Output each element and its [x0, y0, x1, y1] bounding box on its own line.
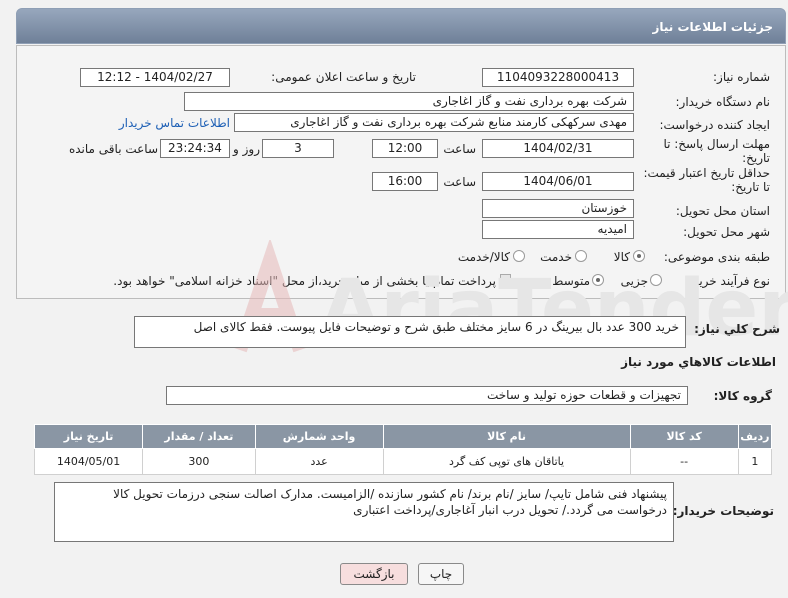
category-label: طبقه بندی موضوعی:: [663, 250, 770, 264]
province-label: استان محل تحویل:: [675, 204, 770, 218]
goods-section-title: اطلاعات کالاهاي مورد نياز: [621, 355, 776, 369]
deadline-time-label: ساعت: [443, 142, 476, 156]
cell-date: 1404/05/01: [33, 448, 144, 475]
category-option-service: خدمت: [540, 250, 572, 264]
remaining-time-label: ساعت باقی مانده: [68, 142, 158, 156]
process-option-medium: متوسط: [552, 274, 590, 288]
province-field: خوزستان: [482, 199, 634, 218]
category-radio-goods[interactable]: [633, 250, 645, 262]
city-field: امیدیه: [482, 220, 634, 239]
col-qty: تعداد / مقدار: [142, 424, 256, 449]
cell-qty: 300: [142, 448, 256, 475]
validity-label-date: تا تاریخ:: [731, 180, 770, 194]
need-number-label: شماره نیاز:: [713, 70, 770, 84]
deadline-time-field: 12:00: [372, 139, 438, 158]
buyer-notes-label: توضیحات خریدار:: [672, 504, 774, 518]
remaining-time-field: 23:24:34: [160, 139, 230, 158]
col-date: تاریخ نیاز: [33, 424, 144, 449]
goods-table-header: ردیف کد کالا نام کالا واحد شمارش تعداد /…: [33, 424, 773, 449]
goods-table: ردیف کد کالا نام کالا واحد شمارش تعداد /…: [33, 424, 773, 475]
buyer-org-label: نام دستگاه خریدار:: [675, 95, 771, 109]
description-label: شرح کلي نياز:: [694, 322, 780, 336]
process-radio-minor[interactable]: [650, 274, 662, 286]
process-radio-medium[interactable]: [592, 274, 604, 286]
announce-date-field: 1404/02/27 - 12:12: [80, 68, 230, 87]
category-radio-both[interactable]: [513, 250, 525, 262]
back-button[interactable]: بازگشت: [340, 563, 408, 585]
days-field: 3: [262, 139, 334, 158]
validity-date-field: 1404/06/01: [482, 172, 634, 191]
validity-time-label: ساعت: [443, 175, 476, 189]
process-type-label: نوع فرآیند خرید :: [685, 274, 770, 288]
buyer-notes-field: پیشنهاد فنی شامل تایپ/ سایز /نام برند/ ن…: [54, 482, 674, 542]
category-option-goods: کالا: [613, 250, 630, 264]
table-row: 1 -- یاتاقان های توپی کف گرد عدد 300 140…: [33, 448, 773, 475]
validity-time-field: 16:00: [372, 172, 438, 191]
announce-date-label: تاریخ و ساعت اعلان عمومی:: [271, 70, 416, 84]
city-label: شهر محل تحویل:: [683, 225, 770, 239]
need-number-field: 1104093228000413: [482, 68, 634, 87]
goods-group-field: تجهیزات و قطعات حوزه تولید و ساخت: [166, 386, 688, 405]
process-option-minor: جزیی: [620, 274, 648, 288]
cell-unit: عدد: [254, 448, 384, 475]
description-field: خرید 300 عدد بال بیرینگ در 6 سایز مختلف …: [134, 316, 686, 348]
page-title: جزئیات اطلاعات نیاز: [16, 8, 786, 44]
cell-name: یاتاقان های توپی کف گرد: [382, 448, 631, 475]
cell-code: --: [629, 448, 739, 475]
buyer-org-field: شرکت بهره برداری نفت و گاز اغاجاری: [184, 92, 634, 111]
buyer-contact-link[interactable]: اطلاعات تماس خریدار: [119, 116, 230, 130]
goods-group-label: گروه کالا:: [713, 389, 772, 403]
col-name: نام کالا: [382, 424, 631, 449]
treasury-payment-checkbox[interactable]: [500, 274, 511, 285]
col-row: ردیف: [737, 424, 773, 449]
validity-label: حداقل تاریخ اعتبار قیمت:: [643, 166, 770, 180]
category-option-both: کالا/خدمت: [457, 250, 510, 264]
print-button[interactable]: چاپ: [418, 563, 464, 585]
deadline-label: مهلت ارسال پاسخ: تا: [663, 137, 770, 151]
treasury-payment-note: پرداخت تمام یا بخشی از مبلغ خرید،از محل …: [113, 274, 496, 288]
deadline-date-field: 1404/02/31: [482, 139, 634, 158]
cell-row: 1: [737, 448, 773, 475]
deadline-label-date: تاریخ:: [742, 151, 770, 165]
category-radio-service[interactable]: [575, 250, 587, 262]
col-unit: واحد شمارش: [254, 424, 384, 449]
days-label: روز و: [233, 142, 260, 156]
col-code: کد کالا: [629, 424, 739, 449]
creator-label: ایجاد کننده درخواست:: [659, 118, 770, 132]
creator-field: مهدی سرکهکی کارمند منابع شرکت بهره بردار…: [234, 113, 634, 132]
